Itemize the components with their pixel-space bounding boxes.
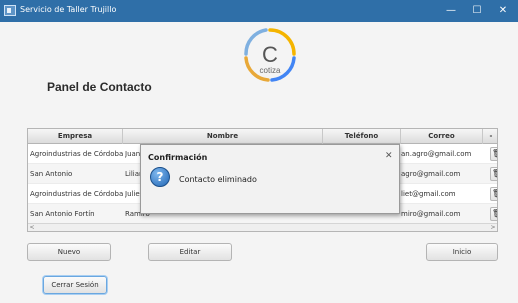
- cell-empresa: San Antonio Fortín: [30, 210, 95, 218]
- delete-contact-button[interactable]: 🗑: [490, 167, 497, 181]
- cell-correo: agro@gmail.com: [401, 170, 461, 178]
- cell-correo: liet@gmail.com: [401, 190, 456, 198]
- table-header: Empresa Nombre Teléfono Correo -: [28, 129, 497, 144]
- delete-contact-button[interactable]: 🗑: [490, 147, 497, 161]
- dialog-message: Contacto eliminado: [179, 175, 257, 184]
- column-nombre[interactable]: Nombre: [123, 129, 323, 144]
- inicio-button[interactable]: Inicio: [426, 243, 498, 261]
- cell-empresa: Agroindustrias de Córdoba: [30, 190, 123, 198]
- logo-text: cotiza: [260, 66, 281, 75]
- cerrar-sesion-button[interactable]: Cerrar Sesión: [43, 276, 107, 294]
- column-actions: -: [489, 132, 493, 140]
- delete-contact-button[interactable]: 🗑: [490, 187, 497, 201]
- column-correo[interactable]: Correo: [401, 129, 483, 144]
- trash-icon: 🗑: [492, 149, 497, 158]
- trash-icon: 🗑: [492, 189, 497, 198]
- horizontal-scrollbar[interactable]: < >: [28, 223, 497, 231]
- close-button[interactable]: ✕: [490, 0, 516, 22]
- minimize-button[interactable]: —: [438, 0, 464, 22]
- page-title: Panel de Contacto: [47, 80, 152, 94]
- question-icon: ?: [150, 167, 170, 187]
- cotiza-logo: C cotiza: [244, 28, 296, 82]
- window-titlebar: Servicio de Taller Trujillo — ☐ ✕: [0, 0, 518, 22]
- maximize-button[interactable]: ☐: [464, 0, 490, 22]
- nuevo-button[interactable]: Nuevo: [27, 243, 111, 261]
- column-empresa[interactable]: Empresa: [28, 129, 123, 144]
- dialog-close-icon[interactable]: ✕: [385, 151, 393, 161]
- trash-icon: 🗑: [492, 169, 497, 178]
- window-title: Servicio de Taller Trujillo: [20, 5, 117, 14]
- cell-empresa: Agroindustrias de Córdoba: [30, 150, 123, 158]
- editar-button[interactable]: Editar: [148, 243, 232, 261]
- cell-correo: an.agro@gmail.com: [401, 150, 472, 158]
- scroll-right-icon[interactable]: >: [489, 224, 497, 231]
- app-icon: [4, 5, 16, 16]
- trash-icon: 🗑: [492, 209, 497, 218]
- column-telefono[interactable]: Teléfono: [323, 129, 401, 144]
- scroll-left-icon[interactable]: <: [28, 224, 36, 231]
- cell-empresa: San Antonio: [30, 170, 73, 178]
- logo-letter: C: [262, 42, 278, 67]
- confirmation-dialog: Confirmación ✕ ? Contacto eliminado: [140, 144, 400, 214]
- delete-contact-button[interactable]: 🗑: [490, 207, 497, 221]
- cell-correo: miro@gmail.com: [401, 210, 461, 218]
- dialog-title: Confirmación: [148, 153, 208, 162]
